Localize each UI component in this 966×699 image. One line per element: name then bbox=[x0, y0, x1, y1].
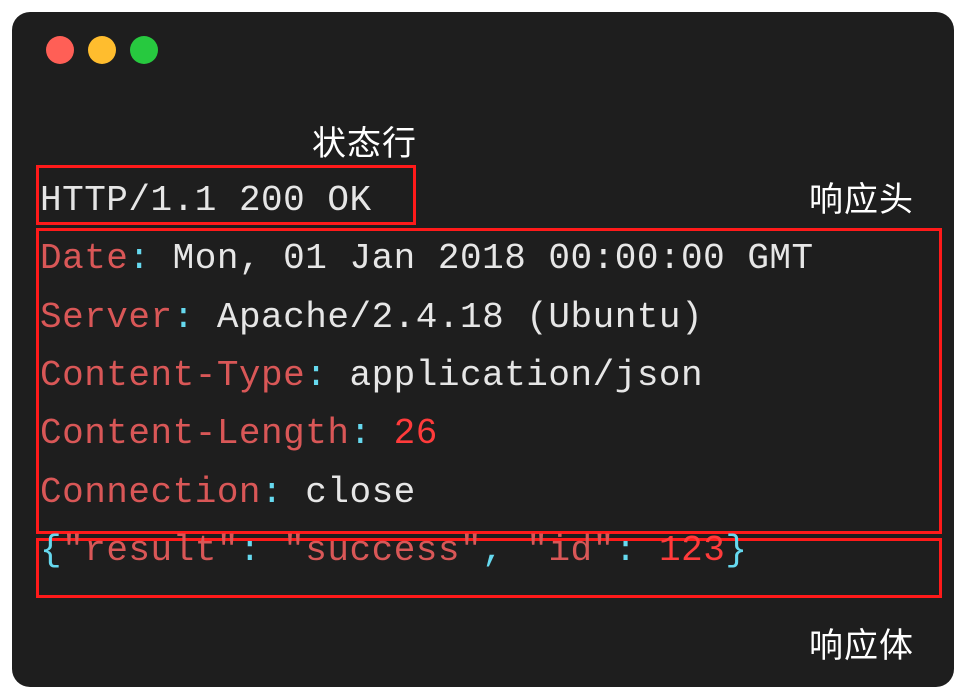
http-protocol: HTTP/1.1 bbox=[40, 180, 217, 221]
header-name: Date bbox=[40, 238, 128, 279]
json-value: success bbox=[305, 530, 460, 571]
http-status-code: 200 bbox=[239, 180, 305, 221]
terminal-window: 状态行 响应头 响应体 HTTP/1.1 200 OK Date: Mon, 0… bbox=[12, 12, 954, 687]
header-value: 26 bbox=[394, 413, 438, 454]
header-value: Mon, 01 Jan 2018 00:00:00 GMT bbox=[173, 238, 814, 279]
http-status-reason: OK bbox=[327, 180, 371, 221]
json-key: id bbox=[548, 530, 592, 571]
json-key: result bbox=[84, 530, 217, 571]
http-response-text: HTTP/1.1 200 OK Date: Mon, 01 Jan 2018 0… bbox=[40, 172, 940, 580]
header-name: Content-Length bbox=[40, 413, 349, 454]
close-icon[interactable] bbox=[46, 36, 74, 64]
minimize-icon[interactable] bbox=[88, 36, 116, 64]
header-value: application/json bbox=[349, 355, 703, 396]
json-value: 123 bbox=[659, 530, 725, 571]
header-name: Content-Type bbox=[40, 355, 305, 396]
window-traffic-lights bbox=[46, 36, 926, 64]
header-name: Server bbox=[40, 297, 173, 338]
label-response-body: 响应体 bbox=[809, 618, 914, 667]
header-name: Connection bbox=[40, 472, 261, 513]
label-status-line: 状态行 bbox=[312, 116, 417, 165]
header-value: close bbox=[305, 472, 416, 513]
header-value: Apache/2.4.18 (Ubuntu) bbox=[217, 297, 703, 338]
maximize-icon[interactable] bbox=[130, 36, 158, 64]
